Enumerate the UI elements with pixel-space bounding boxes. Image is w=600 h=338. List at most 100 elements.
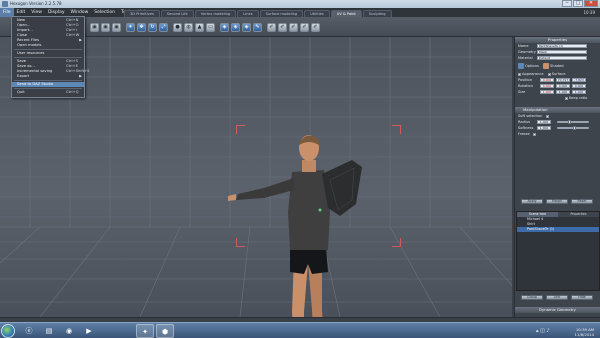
rotation-z-field[interactable]: 0.000 xyxy=(572,84,586,88)
tab-vertex-modeling[interactable]: Vertex modeling xyxy=(194,10,237,17)
toolbar-rotate-icon[interactable]: ↻ xyxy=(148,23,157,32)
toolbar-brush-icon[interactable]: ✐ xyxy=(289,23,298,32)
softness-slider-knob[interactable] xyxy=(573,126,576,130)
size-x-field[interactable]: 1.000 xyxy=(540,90,554,94)
tray-icons[interactable]: ▴ ◫ ♪ xyxy=(536,328,550,334)
toolbar-scale-icon[interactable]: ⤢ xyxy=(159,23,168,32)
menu-separator xyxy=(14,80,82,81)
scene-item-pants[interactable]: PantShaveTe (1) xyxy=(517,227,599,232)
toolbar-move-icon[interactable]: ✥ xyxy=(137,23,146,32)
scene-tree-panel: Scene tree Properties Michael 4 Shirt Pa… xyxy=(516,211,600,291)
tab-sculpting[interactable]: Sculpting xyxy=(362,10,392,17)
soft-selection-label: Soft selection xyxy=(518,114,543,118)
size-label: Size xyxy=(518,90,526,94)
rotation-y-field[interactable]: 0.000 xyxy=(556,84,570,88)
toolbar-uv-icon[interactable]: ◈ xyxy=(231,23,240,32)
maximize-button[interactable]: □ xyxy=(573,0,583,7)
menu-item-export[interactable]: Export ▶ xyxy=(12,74,84,79)
toolbar-cube-icon[interactable]: ▣ xyxy=(101,23,110,32)
display-options-row: Options Shaded xyxy=(515,61,600,71)
link-button[interactable]: Link xyxy=(546,295,568,300)
menu-item-user-resources[interactable]: User resources xyxy=(12,51,84,56)
dynamic-geometry-header[interactable]: Dynamic Geometry xyxy=(515,307,600,313)
minimize-button[interactable]: ‒ xyxy=(562,0,572,7)
title-bar: Hexagon Version 2.2.5.78 ‒ □ ✕ xyxy=(0,0,600,8)
options-swatch-icon[interactable] xyxy=(518,63,524,69)
radius-field[interactable]: 1.000 xyxy=(537,120,551,124)
toolbar-brush-icon[interactable]: ✐ xyxy=(300,23,309,32)
position-x-field[interactable]: 0.000 xyxy=(540,78,554,82)
position-z-field[interactable]: -7.823 xyxy=(572,78,586,82)
properties-panel: Properties Name PantShaveTe (1) Geometry… xyxy=(514,37,600,317)
menu-item-send-to-daz-studio[interactable]: Send to DAZ Studio xyxy=(12,82,84,87)
close-button[interactable]: ✕ xyxy=(584,0,598,7)
character-model[interactable] xyxy=(224,112,369,317)
apply-button[interactable]: Apply xyxy=(521,199,543,204)
position-y-field[interactable]: 70.797 xyxy=(556,78,570,82)
tab-lines[interactable]: Lines xyxy=(237,10,259,17)
tab-utilities[interactable]: Utilities xyxy=(304,10,330,17)
menubar-clock: 10:39 xyxy=(583,10,595,15)
appearance-checkbox[interactable] xyxy=(518,72,521,76)
material-field[interactable]: Default xyxy=(537,56,587,60)
toolbar-select-icon[interactable]: ✦ xyxy=(126,23,135,32)
keep-ratio-checkbox[interactable] xyxy=(565,96,568,100)
freeze-label: Freeze xyxy=(518,132,530,136)
taskbar-media-icon[interactable]: ▶ xyxy=(80,324,98,338)
tray-date[interactable]: 11/8/2014 xyxy=(575,332,594,337)
toolbar-brush-icon[interactable]: ✐ xyxy=(267,23,276,32)
rotation-x-field[interactable]: 0.000 xyxy=(540,84,554,88)
freeze-checkbox[interactable] xyxy=(532,132,536,136)
soft-selection-checkbox[interactable] xyxy=(545,114,549,118)
softness-label: Softness xyxy=(518,126,534,130)
window-title: Hexagon Version 2.2.5.78 xyxy=(10,1,62,6)
softness-slider[interactable] xyxy=(557,126,589,130)
menu-separator xyxy=(14,88,82,89)
hide-button[interactable]: Hide xyxy=(571,295,593,300)
tab-uv-paint[interactable]: UV & Paint xyxy=(330,10,362,17)
tab-surface-modeling[interactable]: Surface modeling xyxy=(259,10,304,17)
name-label: Name xyxy=(518,44,529,48)
shaded-swatch-icon[interactable] xyxy=(543,63,550,69)
toolbar-plane-icon[interactable]: ▭ xyxy=(206,23,215,32)
name-field[interactable]: PantShaveTe (1) xyxy=(537,44,587,48)
group-button[interactable]: Group xyxy=(521,295,543,300)
taskbar-daz-icon[interactable]: ✦ xyxy=(136,324,154,338)
radius-slider-knob[interactable] xyxy=(568,120,572,124)
taskbar-chrome-icon[interactable]: ◉ xyxy=(60,324,78,338)
hexagon-app-window: Hexagon Version 2.2.5.78 ‒ □ ✕ File Edit… xyxy=(0,0,600,338)
tab-second-life[interactable]: Second Life xyxy=(160,10,194,17)
toolbar-cone-icon[interactable]: ▲ xyxy=(195,23,204,32)
taskbar-hexagon-icon[interactable]: ⬢ xyxy=(156,324,174,338)
surface-checkbox[interactable] xyxy=(547,72,551,76)
toolbar-cube-icon[interactable]: ▣ xyxy=(112,23,121,32)
keep-ratio-label: Keep ratio xyxy=(569,96,588,100)
morph-button[interactable]: Morph xyxy=(546,199,568,204)
toolbar-uv-icon[interactable]: ◈ xyxy=(220,23,229,32)
toolbar-sphere-icon[interactable]: ● xyxy=(173,23,182,32)
geometry-field[interactable]: Mesh xyxy=(537,50,587,54)
toolbar-brush-icon[interactable]: ✐ xyxy=(278,23,287,32)
start-button[interactable] xyxy=(1,324,15,338)
tool-tabs: 3D Primitives Second Life Vertex modelin… xyxy=(124,8,393,17)
menu-item-open-models[interactable]: Open models xyxy=(12,43,84,48)
taskbar-ie-icon[interactable]: ⓔ xyxy=(20,324,38,338)
size-y-field[interactable]: 1.000 xyxy=(556,90,570,94)
appearance-label: Appearance xyxy=(522,72,544,76)
menu-selection[interactable]: Selection xyxy=(91,8,118,17)
toolbar-paint-icon[interactable]: ✎ xyxy=(253,23,262,32)
toolbar-uv-icon[interactable]: ◈ xyxy=(242,23,251,32)
tab-3d-primitives[interactable]: 3D Primitives xyxy=(124,10,160,17)
menu-item-quit[interactable]: Quit Ctrl+Q xyxy=(12,90,84,95)
softness-field[interactable]: 1.000 xyxy=(537,126,551,130)
surface-label: Surface xyxy=(551,72,566,76)
size-z-field[interactable]: 1.000 xyxy=(572,90,586,94)
reset-button[interactable]: Reset xyxy=(571,199,593,204)
taskbar-explorer-icon[interactable]: ▤ xyxy=(40,324,58,338)
toolbar-cube-icon[interactable]: ▣ xyxy=(90,23,99,32)
radius-slider[interactable] xyxy=(557,120,589,124)
options-label: Options xyxy=(525,64,539,68)
toolbar-cylinder-icon[interactable]: ◍ xyxy=(184,23,193,32)
file-menu-dropdown: New Ctrl+N Open... Ctrl+O Import... Ctrl+I … xyxy=(11,16,89,98)
toolbar-brush-icon[interactable]: ✐ xyxy=(311,23,320,32)
